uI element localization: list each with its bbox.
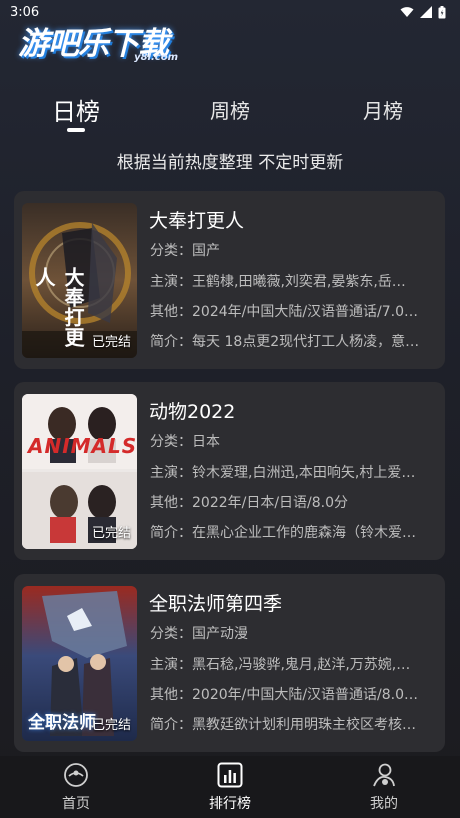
signal-icon xyxy=(420,6,432,18)
status-badge: 已完结 xyxy=(91,526,131,541)
nav-profile[interactable]: 我的 xyxy=(344,762,424,813)
poster-title-text: ANIMALS xyxy=(28,434,137,458)
item-intro: 简介：黑教廷欲计划利用明珠主校区考核… xyxy=(150,717,416,733)
item-category: 分类：日本 xyxy=(150,434,220,450)
ranking-item[interactable]: ANIMALS 已完结 动物2022 分类：日本 主演：铃木爱理,白洲迅,本田响… xyxy=(14,382,445,560)
nav-home-label: 首页 xyxy=(62,796,90,812)
ranking-item[interactable]: 大奉打更人 已完结 大奉打更人 分类：国产 主演：王鹤棣,田曦薇,刘奕君,晏紫东… xyxy=(14,191,445,369)
tab-weekly[interactable]: 周榜 xyxy=(210,95,250,124)
ranking-item[interactable]: 全职法师 已完结 全职法师第四季 分类：国产动漫 主演：黑石稔,冯骏骅,鬼月,赵… xyxy=(14,574,445,752)
nav-home[interactable]: 首页 xyxy=(36,762,116,813)
item-title[interactable]: 动物2022 xyxy=(149,397,235,424)
home-icon xyxy=(64,763,88,787)
item-title[interactable]: 大奉打更人 xyxy=(149,206,244,233)
item-category: 分类：国产 xyxy=(150,243,220,259)
profile-icon xyxy=(373,763,395,787)
poster-image[interactable]: ANIMALS 已完结 xyxy=(22,394,137,549)
item-category: 分类：国产动漫 xyxy=(150,626,248,642)
status-badge: 已完结 xyxy=(91,718,131,733)
item-cast: 主演：铃木爱理,白洲迅,本田响矢,村上爱… xyxy=(150,465,416,481)
ranking-icon xyxy=(217,762,243,788)
ranking-tabs: 日榜 周榜 月榜 xyxy=(0,88,460,138)
item-cast: 主演：黑石稔,冯骏骅,鬼月,赵洋,万苏婉,… xyxy=(150,657,411,673)
poster-image[interactable]: 全职法师 已完结 xyxy=(22,586,137,741)
status-badge: 已完结 xyxy=(91,335,131,350)
logo-domain: y8l.com xyxy=(134,52,178,63)
poster-title-text: 大奉打更人 xyxy=(32,267,85,347)
bottom-nav: 首页 排行榜 我的 xyxy=(0,756,460,818)
item-other: 其他：2020年/中国大陆/汉语普通话/8.0… xyxy=(150,687,419,703)
nav-ranking-label: 排行榜 xyxy=(209,796,251,812)
status-icons xyxy=(400,5,446,19)
item-other: 其他：2024年/中国大陆/汉语普通话/7.0… xyxy=(150,304,419,320)
item-title[interactable]: 全职法师第四季 xyxy=(149,589,282,616)
poster-title-text: 全职法师 xyxy=(28,713,96,733)
nav-ranking[interactable]: 排行榜 xyxy=(190,762,270,813)
wifi-icon xyxy=(400,7,414,17)
item-intro: 简介：每天 18点更2现代打工人杨凌，意… xyxy=(150,334,420,350)
battery-icon xyxy=(438,5,446,18)
nav-profile-label: 我的 xyxy=(370,796,398,812)
item-cast: 主演：王鹤棣,田曦薇,刘奕君,晏紫东,岳… xyxy=(150,274,406,290)
app-logo: 游吧乐下载 y8l.com xyxy=(18,18,188,66)
poster-image[interactable]: 大奉打更人 已完结 xyxy=(22,203,137,358)
item-other: 其他：2022年/日本/日语/8.0分 xyxy=(150,495,349,511)
tab-active-indicator xyxy=(67,128,85,132)
ranking-subtitle: 根据当前热度整理 不定时更新 xyxy=(116,153,344,173)
tab-daily[interactable]: 日榜 xyxy=(52,92,100,127)
tab-monthly[interactable]: 月榜 xyxy=(363,95,403,124)
item-intro: 简介：在黑心企业工作的鹿森海（铃木爱… xyxy=(150,525,416,541)
